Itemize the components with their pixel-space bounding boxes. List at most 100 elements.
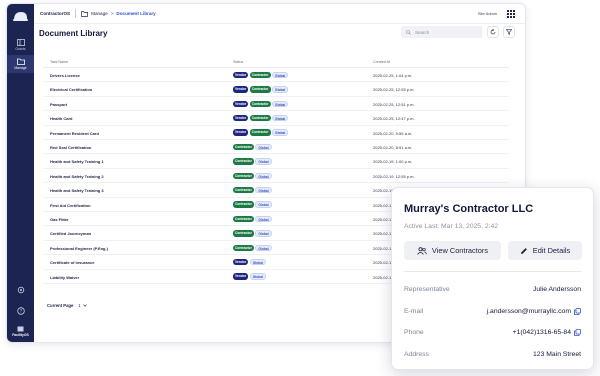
sidebar-facilityos[interactable]: FacilityOS xyxy=(7,326,34,340)
status-badges: Vendor Contractor Global xyxy=(233,86,289,93)
status-badge: Contractor xyxy=(249,114,271,122)
status-badge: Global xyxy=(255,143,272,151)
status-badges: Contractor Global xyxy=(233,172,272,179)
detail-value: +1(042)1316-65-84 xyxy=(513,329,581,336)
brand-name[interactable]: ContractorOS xyxy=(40,11,70,16)
task-name: First Aid Certification xyxy=(50,202,91,208)
status-badge: Contractor xyxy=(233,143,254,151)
pager-label: Current Page xyxy=(47,303,74,308)
status-badges: Contractor Global xyxy=(233,158,272,165)
status-badge: Vendor xyxy=(233,100,249,107)
task-name: Electrical Certification xyxy=(50,87,93,93)
contractor-card: Murray's Contractor LLC Active Last: Mar… xyxy=(391,187,594,370)
status-badge: Contractor xyxy=(249,100,271,107)
detail-label: Address xyxy=(404,351,429,358)
detail-row: E-mail j.andersson@murrayllc.com xyxy=(404,308,581,318)
status-badge: Global xyxy=(272,100,289,107)
task-name: Certificate of Insurance xyxy=(50,260,95,266)
status-badges: Vendor Contractor Global xyxy=(233,129,289,136)
status-badge: Vendor xyxy=(233,129,249,136)
column-header[interactable]: Created At xyxy=(373,60,390,64)
status-badge: Contractor xyxy=(233,230,254,237)
status-badges: Contractor Global xyxy=(233,143,272,151)
status-badge: Global xyxy=(272,71,289,79)
filter-button[interactable] xyxy=(503,26,515,38)
pencil-icon xyxy=(520,247,527,254)
edit-details-button[interactable]: Edit Details xyxy=(508,241,582,260)
sidebar-item-manage[interactable]: Manage xyxy=(7,55,34,73)
folder-icon xyxy=(81,10,89,17)
breadcrumb-current: Document Library xyxy=(116,11,156,16)
search-icon xyxy=(406,29,411,35)
status-badge: Global xyxy=(272,129,289,136)
breadcrumb-section[interactable]: Manage xyxy=(91,11,108,16)
sidebar-item-grants[interactable]: Grants xyxy=(7,37,34,53)
table-row[interactable]: Health and Safety Training 1 Contractor Gl… xyxy=(43,154,509,169)
user-menu[interactable]: Site Admin xyxy=(478,11,497,16)
detail-value: 123 Main Street xyxy=(533,351,581,358)
copy-icon[interactable] xyxy=(574,308,581,315)
sidebar-help[interactable]: ? xyxy=(7,307,34,317)
status-badge: Contractor xyxy=(233,158,254,165)
page-value: 1 xyxy=(78,303,81,308)
status-badge: Global xyxy=(249,258,266,266)
table-row[interactable]: Drivers License Vendor Contractor Global 202… xyxy=(43,68,509,83)
search-input[interactable]: Search xyxy=(401,26,483,38)
refresh-button[interactable] xyxy=(487,26,499,38)
status-badges: Contractor Global xyxy=(233,244,272,251)
table-row[interactable]: Electrical Certification Vendor Contractor… xyxy=(43,82,509,97)
column-header[interactable]: Task Name xyxy=(50,60,68,64)
status-badge: Vendor xyxy=(233,71,249,79)
table-row[interactable]: Passport Vendor Contractor Global 2025-02-25… xyxy=(43,97,509,112)
status-badge: Global xyxy=(255,186,272,194)
detail-label: E-mail xyxy=(404,308,424,315)
detail-value-text: 123 Main Street xyxy=(533,351,581,358)
table-row[interactable]: Permanent Resident Card Vendor Contractor G… xyxy=(43,126,509,140)
top-bar: ContractorOS Manage > Document Library S… xyxy=(34,4,525,24)
table-row[interactable]: Health and Safety Training 2 Contractor Gl… xyxy=(43,169,509,184)
status-badge: Global xyxy=(255,215,272,223)
logo-icon[interactable] xyxy=(12,10,29,22)
users-icon xyxy=(417,246,427,255)
status-badge: Contractor xyxy=(233,244,254,251)
status-badge: Contractor xyxy=(249,86,271,93)
column-header[interactable]: Status xyxy=(233,60,243,64)
sidebar-item-label: FacilityOS xyxy=(12,333,29,337)
table-row[interactable]: Health Card Vendor Contractor Global 2025-02… xyxy=(43,111,509,126)
settings-icon xyxy=(17,286,24,294)
task-name: Red Seal Certification xyxy=(50,145,92,150)
created-at: 2025-02-25, 12:55 p.m. xyxy=(373,87,415,93)
status-badges: Vendor Contractor Global xyxy=(233,114,289,122)
status-badges: Contractor Global xyxy=(233,186,272,194)
status-badge: Global xyxy=(272,86,289,93)
created-at: 2025-02-20, 8:51 a.m. xyxy=(373,145,413,150)
status-badge: Contractor xyxy=(233,186,254,194)
filter-icon xyxy=(506,29,512,35)
table-row[interactable]: Red Seal Certification Contractor Global 20… xyxy=(43,140,509,155)
detail-row: Representative Julie Andersson xyxy=(404,286,581,296)
task-name: Health and Safety Training 1 xyxy=(50,159,104,165)
detail-value-text: j.andersson@murrayllc.com xyxy=(486,308,571,315)
refresh-icon xyxy=(490,29,496,35)
detail-row: Phone +1(042)1316-65-84 xyxy=(404,329,581,339)
created-at: 2025-02-25, 12:47 p.m. xyxy=(373,116,415,122)
task-name: Liability Waiver xyxy=(50,274,80,280)
sidebar-item-label: Manage xyxy=(14,66,27,70)
task-name: Health Card xyxy=(50,116,73,122)
status-badges: Vendor Contractor Global xyxy=(233,71,289,79)
status-badge: Vendor xyxy=(233,86,249,93)
page-select[interactable]: 1 xyxy=(78,303,87,308)
status-badge: Global xyxy=(255,201,272,208)
pagination: Current Page 1 xyxy=(47,303,87,308)
status-badge: Contractor xyxy=(233,201,254,208)
view-contractors-button[interactable]: View Contractors xyxy=(404,241,501,260)
sidebar-settings[interactable] xyxy=(7,286,34,296)
apps-grid-icon[interactable] xyxy=(507,10,515,18)
status-badge: Global xyxy=(255,172,272,179)
view-contractors-label: View Contractors xyxy=(431,246,489,255)
status-badge: Contractor xyxy=(249,71,271,79)
detail-value-text: +1(042)1316-65-84 xyxy=(512,329,571,336)
copy-icon[interactable] xyxy=(574,329,581,336)
detail-label: Phone xyxy=(404,329,424,336)
created-at: 2025-02-19, 1:00 p.m. xyxy=(373,159,413,165)
